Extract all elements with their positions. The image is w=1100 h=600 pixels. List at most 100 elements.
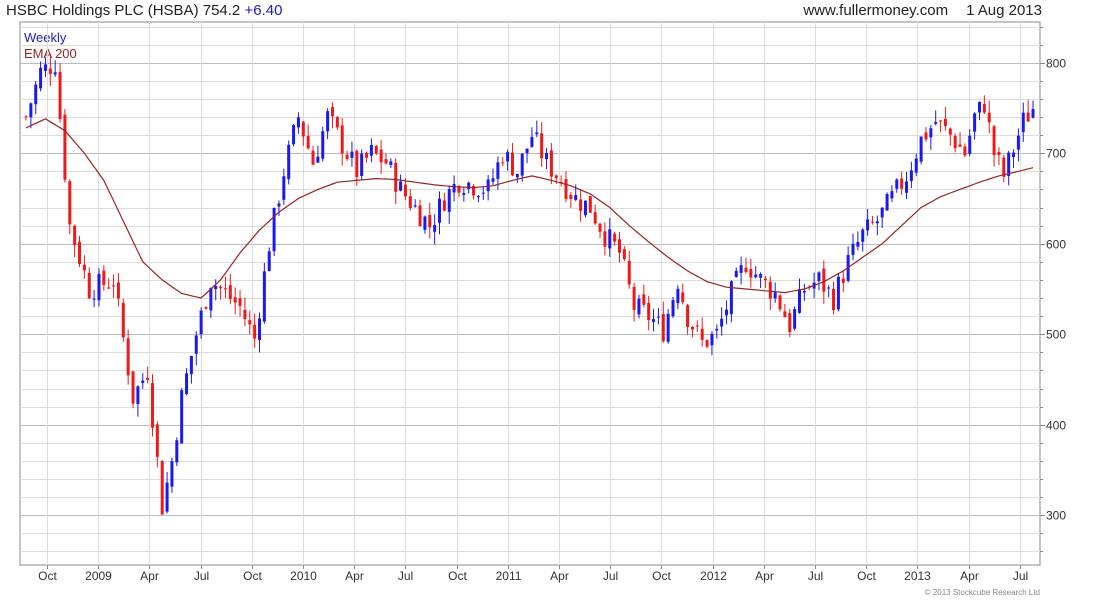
candle-body (126, 338, 130, 376)
candle-body (622, 249, 626, 260)
candle-body (253, 324, 257, 339)
candle-body (948, 128, 952, 135)
candle-body (856, 242, 860, 247)
x-tick-label: Jul (808, 569, 823, 583)
candle-body (953, 135, 957, 149)
candle-body (301, 121, 305, 137)
candle-body (510, 152, 514, 176)
candle-body (107, 287, 111, 289)
candle-body (929, 128, 933, 138)
candle-body (802, 291, 806, 293)
candle-body (710, 333, 714, 346)
candle-body (963, 146, 967, 156)
candle-body (919, 136, 923, 162)
candle-body (1026, 112, 1030, 122)
candle-body (233, 297, 237, 303)
candle-body (642, 294, 646, 305)
candle-body (73, 225, 77, 246)
candle-body (418, 205, 422, 227)
candle-body (258, 318, 262, 340)
candle-body (982, 104, 986, 113)
candle-body (243, 309, 247, 320)
candle-body (783, 311, 787, 318)
candle-body (146, 377, 150, 380)
candle-body (968, 135, 972, 154)
candle-body (690, 326, 694, 330)
candle-body (880, 207, 884, 218)
candle-body (165, 482, 169, 512)
candle-body (992, 126, 996, 156)
candle-body (535, 132, 539, 135)
candle-body (292, 125, 296, 145)
candle-body (316, 156, 320, 163)
candle-body (481, 192, 485, 194)
candle-body (447, 189, 451, 212)
candle-body (267, 251, 271, 272)
candle-body (491, 178, 495, 182)
candle-body (442, 200, 446, 211)
candle-body (569, 194, 573, 200)
x-tick-label: Apr (140, 569, 159, 583)
candle-body (870, 221, 874, 223)
candle-body (671, 300, 675, 317)
candle-body (452, 183, 456, 193)
candle-body (924, 132, 928, 140)
x-tick-label: Jul (194, 569, 209, 583)
candle-body (150, 383, 154, 428)
candle-body (175, 440, 179, 463)
price-chart: 300 400 500 600 700 800 Oct 2009 Apr Jul Oct 2010 Ap… (19, 21, 1066, 583)
candle-body (48, 68, 52, 74)
candle-body (822, 268, 826, 292)
candle-body (272, 207, 276, 252)
candle-body (832, 288, 836, 311)
candle-body (345, 154, 349, 159)
candle-body (749, 268, 753, 278)
candle-body (525, 148, 529, 154)
candle-body (476, 196, 480, 198)
candle-body (744, 267, 748, 273)
candle-body (827, 287, 831, 289)
candle-body (973, 113, 977, 132)
candle-body (540, 133, 544, 159)
candle-body (262, 271, 266, 322)
y-tick-label: 800 (1046, 57, 1066, 71)
candle-body (715, 328, 719, 331)
candle-body (403, 184, 407, 197)
x-tick-label: Apr (550, 569, 569, 583)
candle-body (282, 176, 286, 200)
candle-body (399, 181, 403, 191)
candle-body (228, 285, 232, 300)
x-tick-label: Oct (857, 569, 876, 583)
candle-body (369, 144, 373, 156)
candle-body (943, 118, 947, 127)
candle-body (112, 285, 116, 287)
candle-body (608, 229, 612, 249)
candle-body (603, 231, 607, 247)
candle-body (506, 152, 510, 162)
x-tick-label: 2009 (85, 569, 112, 583)
x-tick-label: Oct (448, 569, 467, 583)
candle-body (365, 152, 369, 158)
candle-body (613, 233, 617, 242)
candle-body (34, 84, 38, 105)
candle-body (321, 131, 325, 159)
candle-body (617, 239, 621, 253)
candle-body (1016, 135, 1020, 150)
candle-body (63, 114, 67, 180)
candle-body (676, 288, 680, 304)
candle-body (355, 150, 359, 177)
y-tick-label: 300 (1046, 509, 1066, 523)
candle-body (515, 173, 519, 178)
candle-body (209, 287, 213, 311)
candle-body (311, 150, 315, 165)
x-tick-label: 2011 (496, 569, 522, 583)
candle-body (866, 219, 870, 231)
candle-body (330, 107, 334, 117)
candle-body (939, 120, 943, 122)
candle-body (413, 205, 417, 207)
candle-body (160, 461, 164, 515)
candle-body (987, 112, 991, 123)
candle-body (632, 286, 636, 310)
y-tick-label: 600 (1046, 238, 1066, 252)
candle-body (24, 116, 28, 118)
